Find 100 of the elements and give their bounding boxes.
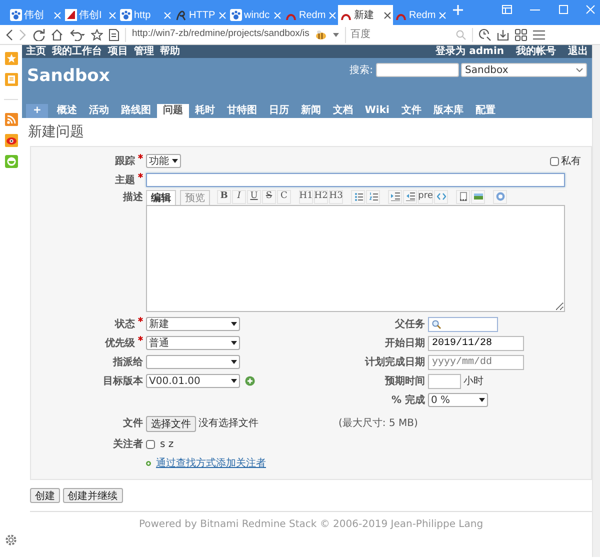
eye-icon[interactable] (4, 134, 18, 147)
menu-tab[interactable]: 版本库 (427, 104, 470, 118)
maximize-icon[interactable] (558, 5, 568, 14)
history-search-icon[interactable] (479, 28, 492, 40)
add-watcher-link[interactable]: 通过查找方式添加关注者 (156, 456, 266, 471)
attachment-icon (458, 192, 468, 202)
menu-tab[interactable]: 路线图 (114, 104, 157, 118)
browser-tab[interactable]: 新建 (338, 5, 393, 25)
field-label: 关注者 (113, 438, 143, 450)
home-icon[interactable] (51, 28, 63, 40)
dropdown-field[interactable]: 普通 (146, 336, 240, 350)
field-label: 优先级 (105, 338, 135, 349)
dropdown-field[interactable]: V00.01.00 (146, 374, 240, 388)
toolbar-button[interactable]: H1 (299, 190, 313, 204)
submit-button[interactable]: 创建并继续 (62, 488, 122, 503)
menu-tab[interactable]: 概述 (50, 104, 83, 118)
dropdown-field[interactable]: 0 % (428, 393, 488, 408)
menu-tab[interactable]: 耗时 (188, 104, 221, 118)
download-icon[interactable] (497, 28, 510, 40)
subject-field[interactable] (146, 173, 565, 188)
add-icon[interactable] (245, 376, 255, 386)
menu-tab[interactable]: Wiki (358, 104, 396, 118)
dropdown-field[interactable]: 新建 (146, 317, 240, 332)
date-field[interactable]: yyyy/mm/dd (428, 354, 524, 370)
smiley-icon[interactable] (4, 155, 18, 168)
toolbar-button[interactable]: U (247, 190, 261, 204)
toolbar-button[interactable] (388, 190, 402, 204)
project-select[interactable]: Sandbox (461, 63, 587, 77)
caret-icon (231, 341, 237, 346)
hours-field[interactable] (428, 374, 461, 389)
toolbar-button[interactable]: pre (418, 190, 433, 204)
forward-icon[interactable] (19, 28, 27, 40)
scrollbar[interactable] (592, 45, 600, 557)
menu-link[interactable]: 管理 (134, 45, 154, 58)
new-tab-icon[interactable] (453, 5, 463, 15)
toolbar-button[interactable] (471, 190, 485, 204)
submit-button[interactable]: 创建 (30, 488, 60, 503)
close-icon[interactable] (384, 12, 391, 18)
star-icon[interactable] (4, 52, 18, 65)
toolbar-button[interactable] (366, 190, 380, 204)
menu-tab[interactable]: 配置 (469, 104, 502, 118)
settings-icon[interactable] (5, 534, 17, 546)
address-field[interactable]: http://win7-zb/redmine/projects/sandbox/is (132, 27, 310, 42)
field-label: 预期时间 (385, 376, 425, 387)
toolbar-button[interactable] (456, 190, 470, 204)
toolbar-button[interactable]: B (217, 190, 231, 204)
paw-icon (120, 9, 132, 21)
date-field[interactable]: 2019/11/28 (428, 336, 524, 351)
star-icon[interactable] (91, 28, 103, 40)
field-label: 父任务 (395, 318, 425, 330)
menu-icon[interactable] (533, 30, 546, 40)
menu-link[interactable]: 项目 (108, 45, 128, 58)
undo-icon[interactable] (69, 28, 85, 40)
private-checkbox[interactable] (550, 156, 558, 166)
parent-task-field[interactable] (428, 316, 498, 332)
search-field[interactable] (376, 63, 458, 77)
apps-icon[interactable] (515, 28, 528, 40)
paw-icon (10, 9, 22, 21)
bullet-list-icon (354, 192, 362, 202)
toolbar-button[interactable]: S (262, 190, 276, 204)
choose-file-button[interactable]: 选择文件 (146, 416, 196, 432)
reload-icon[interactable] (33, 28, 45, 40)
toolbar-button[interactable] (351, 190, 365, 204)
toolbar-button[interactable]: H3 (329, 190, 343, 204)
toolbar-button[interactable] (403, 190, 417, 204)
caret-icon[interactable] (333, 32, 340, 36)
menu-tab[interactable]: 甘特图 (220, 104, 263, 118)
menu-link[interactable]: 我的帐号 (516, 45, 556, 58)
menu-tab[interactable]: 文件 (395, 104, 428, 118)
menu-tab[interactable]: 新闻 (294, 104, 327, 118)
toolbar-button[interactable]: I (232, 190, 246, 204)
toolbar-button[interactable]: H2 (314, 190, 328, 204)
file-status: 没有选择文件 (198, 416, 260, 431)
toolbar-button[interactable]: C (277, 190, 291, 204)
editor-tab[interactable]: 编辑 (146, 190, 176, 205)
field-label: 主题 (115, 174, 135, 186)
outdent-icon (406, 192, 414, 202)
menu-link[interactable]: 退出 (568, 45, 588, 58)
search-icon[interactable] (456, 30, 466, 40)
caret-icon (576, 68, 583, 72)
menu-tab[interactable]: 问题 (156, 104, 189, 118)
dropdown-field[interactable] (146, 355, 240, 370)
back-icon[interactable] (5, 28, 13, 40)
code-icon (436, 192, 446, 202)
watcher-checkbox[interactable] (146, 440, 155, 449)
menu-link[interactable]: 我的工作台 (52, 45, 102, 58)
menu-tab[interactable]: 活动 (82, 104, 115, 118)
page-title: 新建问题 (28, 124, 85, 141)
rss-icon[interactable] (4, 113, 18, 126)
menu-link[interactable]: 帮助 (160, 45, 180, 58)
tracker-select[interactable]: 功能 (146, 154, 181, 168)
menu-link[interactable]: 主页 (26, 45, 46, 58)
note-icon[interactable] (4, 73, 18, 86)
checkbox-label: 私有 (561, 154, 581, 169)
field-label: 跟踪 (115, 156, 135, 167)
menu-tab[interactable]: 文档 (326, 104, 359, 118)
document-icon[interactable] (109, 28, 119, 40)
menu-tab[interactable]: 日历 (262, 104, 295, 118)
description-field[interactable] (146, 204, 565, 312)
layout-icon[interactable] (502, 5, 512, 14)
